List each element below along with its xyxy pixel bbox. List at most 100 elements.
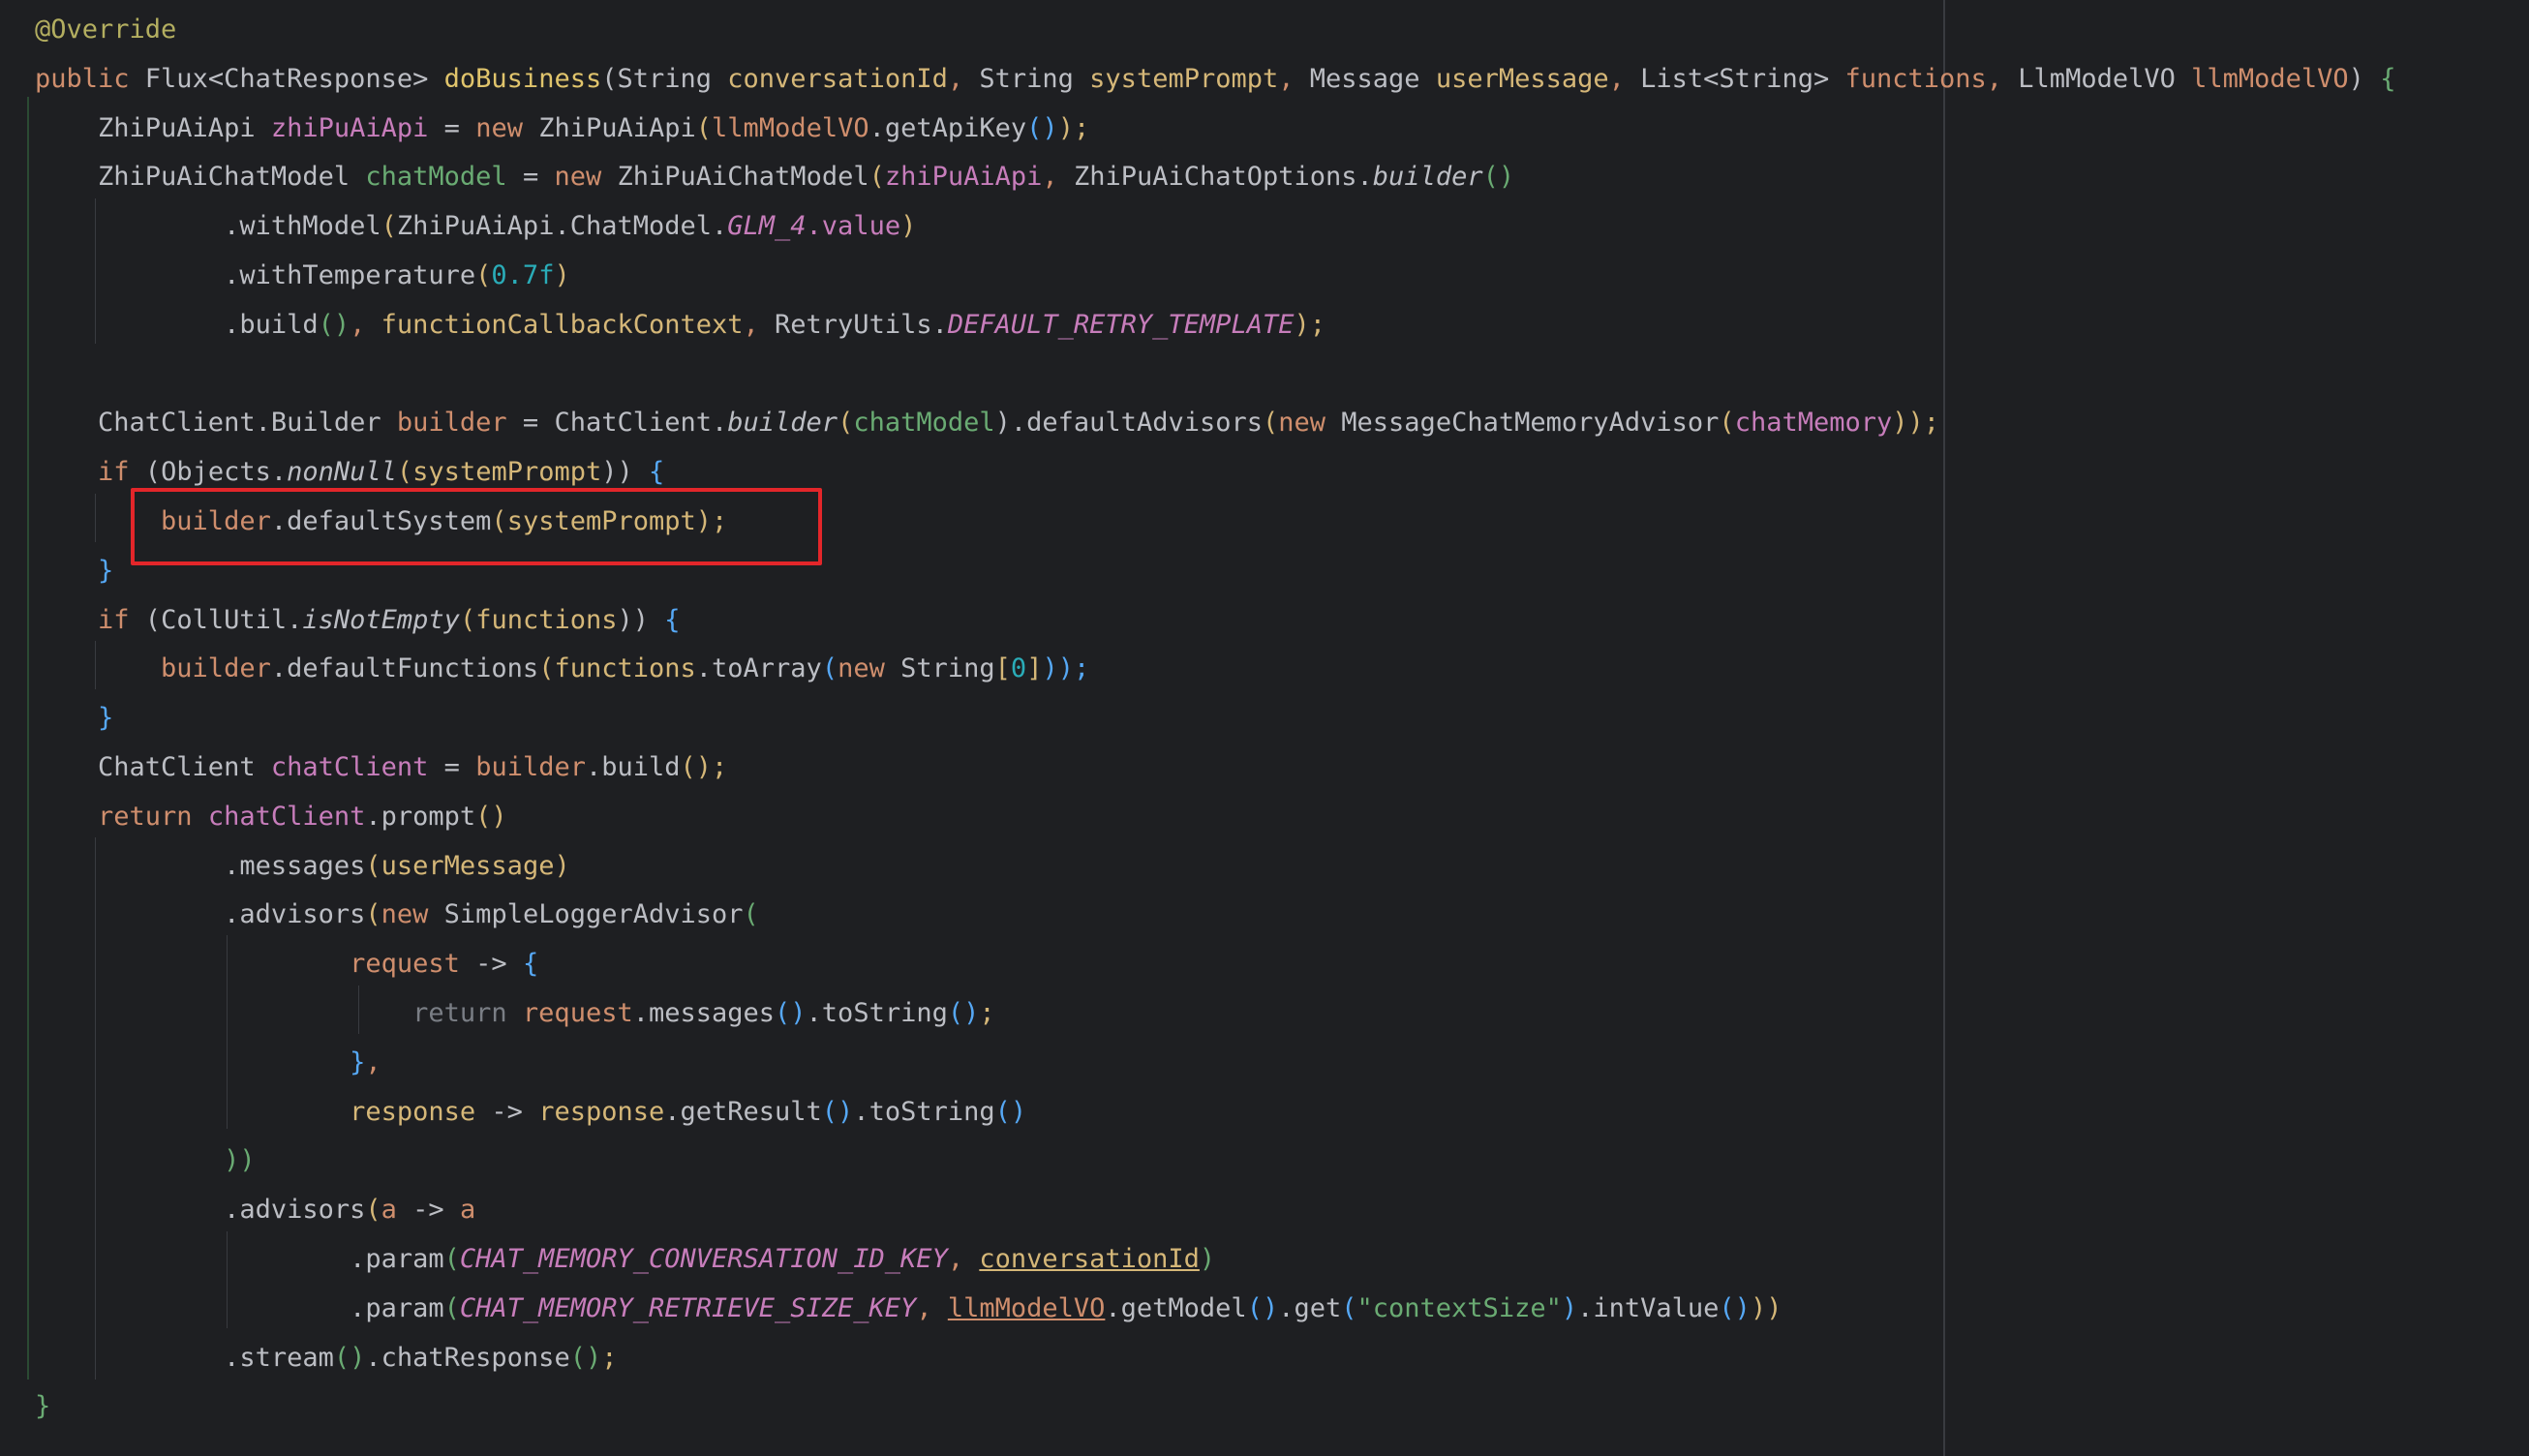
code-token: ( [443, 1292, 460, 1323]
code-token: request [35, 949, 460, 980]
code-token: .messages [632, 998, 776, 1028]
code-token: () [318, 309, 350, 340]
code-token: () [821, 1096, 854, 1127]
code-line[interactable]: } [35, 1381, 50, 1431]
code-line[interactable]: ChatClient.Builder builder = ChatClient.… [35, 398, 1939, 447]
code-token: , [1608, 63, 1641, 94]
code-line[interactable]: return request.messages().toString(); [35, 988, 995, 1038]
code-token: llmModelVO [712, 112, 869, 143]
code-token: , [1278, 63, 1310, 94]
code-token: a [381, 1195, 397, 1226]
code-token: .build [585, 752, 681, 782]
code-token: userMessage [381, 850, 555, 881]
code-line[interactable]: .param(CHAT_MEMORY_RETRIEVE_SIZE_KEY, ll… [35, 1284, 1782, 1333]
code-token: .param [35, 1244, 444, 1274]
code-line[interactable]: ZhiPuAiApi zhiPuAiApi = new ZhiPuAiApi(l… [35, 104, 1089, 153]
code-token: () [1719, 1292, 1751, 1323]
code-token: -> [396, 1195, 460, 1226]
code-line[interactable]: } [35, 693, 113, 743]
code-token: () [680, 752, 713, 782]
code-token: .getModel [1105, 1292, 1247, 1323]
code-token: ZhiPuAiChatModel [35, 162, 366, 193]
code-token: List<String> [1640, 63, 1845, 94]
code-token: ZhiPuAiChatModel [617, 162, 869, 193]
code-line[interactable]: .advisors(new SimpleLoggerAdvisor( [35, 890, 759, 939]
code-token: response [35, 1096, 476, 1127]
code-line[interactable]: public Flux<ChatResponse> doBusiness(Str… [35, 54, 2395, 104]
code-line[interactable]: @Override [35, 5, 176, 54]
code-token: llmModelVO [947, 1292, 1106, 1323]
code-token: "contextSize" [1356, 1292, 1562, 1323]
code-line[interactable]: request -> { [35, 939, 538, 988]
code-token: .value [806, 211, 901, 242]
code-token: ( [1341, 1292, 1357, 1323]
code-token: () [333, 1342, 366, 1373]
code-token: () [569, 1342, 602, 1373]
code-line[interactable]: response -> response.getResult().toStrin… [35, 1087, 1026, 1137]
code-token: , [1986, 63, 2019, 94]
code-line[interactable]: if (CollUtil.isNotEmpty(functions)) { [35, 595, 681, 645]
code-token: , [916, 1292, 948, 1323]
code-line[interactable]: ZhiPuAiChatModel chatModel = new ZhiPuAi… [35, 152, 1514, 201]
code-token: () [947, 998, 980, 1028]
code-token: builder [35, 653, 271, 684]
code-line[interactable]: }, [35, 1038, 381, 1087]
code-token: userMessage [1435, 63, 1609, 94]
code-line[interactable]: )) [35, 1136, 256, 1185]
code-line[interactable]: ChatClient chatClient = builder.build(); [35, 743, 727, 792]
code-token: systemPrompt [1089, 63, 1279, 94]
code-token: ( [1719, 408, 1735, 439]
code-editor[interactable]: @Override public Flux<ChatResponse> doBus… [0, 0, 2529, 1456]
code-token: ( [1262, 408, 1279, 439]
code-token: a [459, 1195, 476, 1226]
code-token: { [649, 457, 665, 488]
code-token: .withModel [35, 211, 381, 242]
code-token: .stream [35, 1342, 334, 1373]
code-token: ).defaultAdvisors [994, 408, 1263, 439]
code-line[interactable]: .param(CHAT_MEMORY_CONVERSATION_ID_KEY, … [35, 1234, 1215, 1284]
code-line[interactable]: } [35, 546, 113, 595]
code-token: conversationId [979, 1244, 1200, 1274]
code-token: ( [838, 408, 854, 439]
code-token: ZhiPuAiChatOptions. [1073, 162, 1373, 193]
code-token: functions [1844, 63, 1987, 94]
code-token: , [1042, 162, 1074, 193]
code-line[interactable]: .withTemperature(0.7f) [35, 251, 570, 300]
code-token: Flux<ChatResponse> [144, 63, 444, 94]
code-token: Objects. [161, 457, 288, 488]
code-token: chatClient [270, 752, 429, 782]
code-token: .messages [35, 850, 366, 881]
code-token: ( [821, 653, 838, 684]
code-token: .advisors [35, 1195, 366, 1226]
code-token: () [994, 1096, 1027, 1127]
code-token: () [1482, 162, 1515, 193]
code-token: ] [1026, 653, 1043, 684]
code-token: new [381, 899, 444, 930]
code-token: .withTemperature [35, 260, 476, 290]
code-token: , [947, 63, 980, 94]
code-line[interactable]: .messages(userMessage) [35, 841, 570, 891]
code-token: builder [1372, 162, 1483, 193]
code-token: ( [365, 1195, 381, 1226]
code-token: () [475, 801, 507, 832]
code-token: .chatResponse [365, 1342, 570, 1373]
code-token: response [538, 1096, 665, 1127]
code-token: )) [35, 1145, 256, 1176]
code-token: ) [1561, 1292, 1578, 1323]
code-token: .get [1278, 1292, 1342, 1323]
code-line[interactable]: return chatClient.prompt() [35, 792, 507, 841]
code-line[interactable]: .stream().chatResponse(); [35, 1333, 617, 1382]
code-token: if [35, 457, 145, 488]
code-line[interactable]: .advisors(a -> a [35, 1185, 475, 1234]
code-token: ( [144, 604, 162, 635]
code-line[interactable]: builder.defaultFunctions(functions.toArr… [35, 644, 1089, 693]
code-token: ); [1294, 309, 1325, 340]
code-token: builder [475, 752, 586, 782]
code-line[interactable]: .build(), functionCallbackContext, Retry… [35, 300, 1325, 349]
code-token: new [475, 112, 539, 143]
code-token: .toArray [695, 653, 822, 684]
code-line[interactable]: .withModel(ZhiPuAiApi.ChatModel.GLM_4.va… [35, 201, 916, 251]
code-token: } [35, 1391, 51, 1422]
code-token: zhiPuAiApi [884, 162, 1043, 193]
code-block-scope-indicator [27, 97, 29, 1380]
